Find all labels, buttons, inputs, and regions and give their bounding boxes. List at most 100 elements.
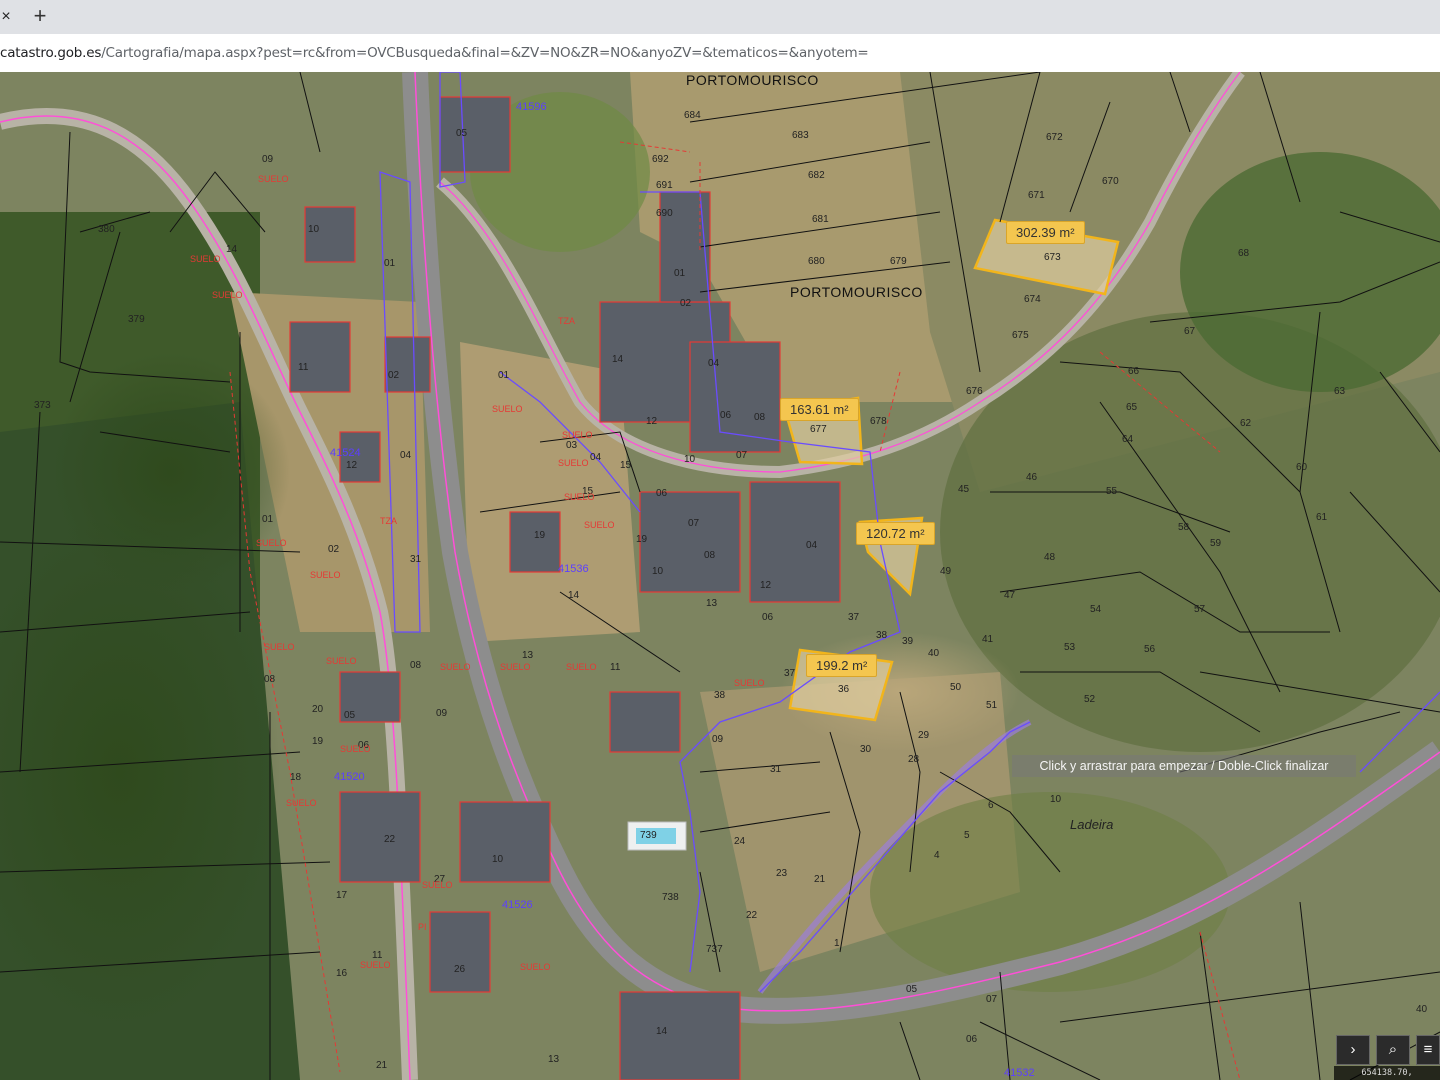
- address-bar[interactable]: catastro.gob.es/Cartografia/mapa.aspx?pe…: [0, 34, 1440, 73]
- area-measurement-label[interactable]: 163.61 m²: [780, 398, 859, 421]
- parcel-number: 36: [838, 684, 850, 695]
- parcel-number: 18: [290, 772, 302, 783]
- parcel-number: 48: [1044, 552, 1056, 563]
- parcel-number: 379: [128, 314, 145, 325]
- parcel-number: 680: [808, 256, 825, 267]
- close-tab-icon[interactable]: ×: [0, 8, 12, 26]
- parcel-number: 05: [456, 128, 468, 139]
- use-label: TZA: [558, 316, 575, 326]
- parcel-number: 40: [1416, 1004, 1428, 1015]
- reference-label: 41596: [516, 101, 547, 113]
- url-text[interactable]: catastro.gob.es/Cartografia/mapa.aspx?pe…: [0, 45, 869, 61]
- parcel-number: 28: [908, 754, 920, 765]
- parcel-number: 31: [770, 764, 782, 775]
- parcel-number: 21: [376, 1060, 388, 1071]
- area-measurement-label[interactable]: 302.39 m²: [1006, 221, 1085, 244]
- parcel-number: 10: [652, 566, 664, 577]
- parcel-number: 40: [928, 648, 940, 659]
- parcel-number: 30: [860, 744, 872, 755]
- parcel-number: 31: [410, 554, 422, 565]
- parcel-number: 14: [226, 244, 238, 255]
- parcel-number: 08: [704, 550, 716, 561]
- use-label: SUELO: [326, 656, 357, 666]
- parcel-number: 37: [784, 668, 796, 679]
- parcel-number: 681: [812, 214, 829, 225]
- parcel-number: 19: [312, 736, 324, 747]
- use-label: SUELO: [562, 430, 593, 440]
- zoom-search-button[interactable]: ⌕: [1376, 1035, 1410, 1065]
- parcel-number: 670: [1102, 176, 1119, 187]
- parcel-number: 01: [262, 514, 274, 525]
- parcel-number: 06: [966, 1034, 978, 1045]
- use-label: SUELO: [558, 458, 589, 468]
- parcel-number: 65: [1126, 402, 1138, 413]
- parcel-number: 09: [262, 154, 274, 165]
- use-label: TZA: [380, 516, 397, 526]
- use-label: SUELO: [492, 404, 523, 414]
- area-measurement-label[interactable]: 120.72 m²: [856, 522, 935, 545]
- parcel-number: 63: [1334, 386, 1346, 397]
- parcel-number: 62: [1240, 418, 1252, 429]
- parcel-number: 03: [566, 440, 578, 451]
- parcel-number: 08: [410, 660, 422, 671]
- parcel-number: 10: [1050, 794, 1062, 805]
- parcel-number: 24: [734, 836, 746, 847]
- map-canvas[interactable]: 672 670 671 673 674 675 676 683 682 681 …: [0, 72, 1440, 1080]
- parcel-number: 60: [1296, 462, 1308, 473]
- parcel-number: 02: [388, 370, 400, 381]
- use-label: SUELO: [264, 642, 295, 652]
- next-button[interactable]: ›: [1336, 1035, 1370, 1065]
- layers-button[interactable]: ≡: [1416, 1035, 1440, 1065]
- parcel-number: 04: [590, 452, 602, 463]
- layers-icon: ≡: [1423, 1041, 1433, 1058]
- parcel-number: 676: [966, 386, 983, 397]
- parcel-number: 57: [1194, 604, 1206, 615]
- parcel-number: 380: [98, 224, 115, 235]
- use-label: SUELO: [258, 174, 289, 184]
- parcel-number: 679: [890, 256, 907, 267]
- parcel-number: 19: [534, 530, 546, 541]
- parcel-number: 01: [498, 370, 510, 381]
- parcel-number: 64: [1122, 434, 1134, 445]
- parcel-number: 16: [336, 968, 348, 979]
- parcel-number: 13: [522, 650, 534, 661]
- cadastral-map[interactable]: 672 670 671 673 674 675 676 683 682 681 …: [0, 72, 1440, 1080]
- use-label: SUELO: [310, 570, 341, 580]
- parcel-number: 677: [810, 424, 827, 435]
- place-name-portomourisco-north: PORTOMOURISCO: [686, 72, 819, 88]
- use-label: SUELO: [212, 290, 243, 300]
- parcel-number: 01: [384, 258, 396, 269]
- parcel-number: 5: [964, 830, 970, 841]
- browser-tab-bar: × +: [0, 0, 1440, 34]
- parcel-number: 14: [656, 1026, 668, 1037]
- parcel-number: 45: [958, 484, 970, 495]
- parcel-number: 6: [988, 800, 994, 811]
- parcel-number: 683: [792, 130, 809, 141]
- parcel-number: 13: [548, 1054, 560, 1065]
- area-measurement-label[interactable]: 199.2 m²: [806, 654, 878, 677]
- use-label: SUELO: [566, 662, 597, 672]
- use-label: SUELO: [422, 880, 453, 890]
- parcel-number: 09: [436, 708, 448, 719]
- parcel-number: 49: [940, 566, 952, 577]
- parcel-number: 15: [620, 460, 632, 471]
- parcel-number: 07: [688, 518, 700, 529]
- parcel-number: 07: [986, 994, 998, 1005]
- parcel-number: 12: [346, 460, 358, 471]
- parcel-number: 373: [34, 400, 51, 411]
- new-tab-button[interactable]: +: [30, 3, 50, 29]
- chevron-right-icon: ›: [1350, 1041, 1356, 1058]
- use-label: SUELO: [584, 520, 615, 530]
- parcel-number: 52: [1084, 694, 1096, 705]
- parcel-number: 67: [1184, 326, 1196, 337]
- parcel-number: 21: [814, 874, 826, 885]
- use-label: SUELO: [360, 960, 391, 970]
- parcel-number: 50: [950, 682, 962, 693]
- parcel-number: 05: [906, 984, 918, 995]
- parcel-number: 51: [986, 700, 998, 711]
- parcel-number: 02: [328, 544, 340, 555]
- reference-label: 41532: [1004, 1067, 1035, 1079]
- parcel-number: 26: [454, 964, 466, 975]
- parcel-number: 739: [640, 830, 657, 841]
- reference-label: 41526: [502, 899, 533, 911]
